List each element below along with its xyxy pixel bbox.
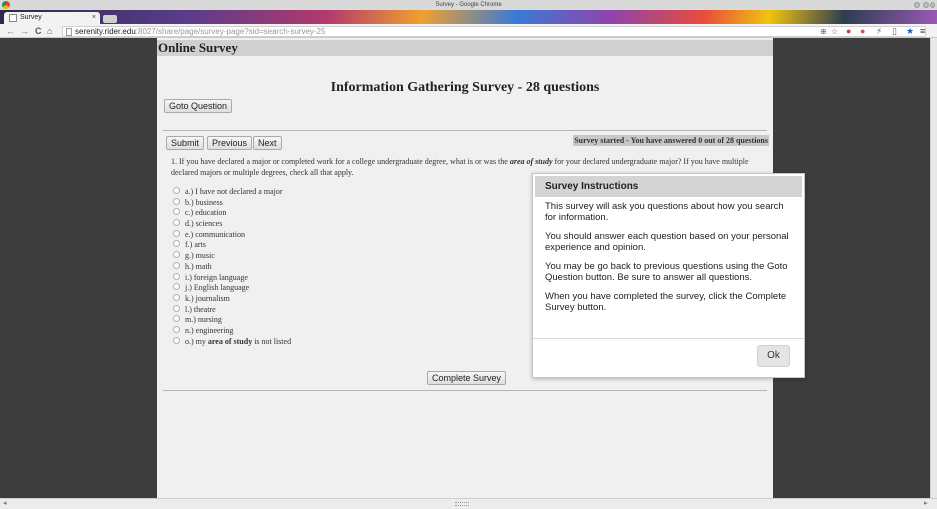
- radio-button[interactable]: [173, 229, 180, 237]
- url-path: :8027/share/page/survey-page?sid=search-…: [135, 27, 326, 36]
- bookmark-star-icon[interactable]: ☆: [831, 25, 838, 39]
- reload-icon[interactable]: C: [35, 24, 42, 38]
- answer-label: l.) theatre: [185, 304, 216, 314]
- extension-icon[interactable]: ●: [846, 24, 851, 38]
- back-icon[interactable]: ←: [6, 24, 15, 38]
- next-button[interactable]: Next: [253, 136, 282, 150]
- close-window-icon[interactable]: [930, 2, 935, 8]
- radio-button[interactable]: [173, 304, 180, 312]
- instruction-paragraph: When you have completed the survey, clic…: [545, 291, 787, 313]
- vertical-scrollbar[interactable]: [930, 38, 937, 498]
- tab-survey[interactable]: Survey ×: [4, 12, 100, 24]
- radio-button[interactable]: [173, 315, 180, 323]
- answer-label: m.) nursing: [185, 315, 222, 325]
- radio-button[interactable]: [173, 272, 180, 280]
- question-text-part: 1. If you have declared a major or compl…: [171, 157, 510, 166]
- answer-label-part: o.) my: [185, 336, 208, 346]
- radio-button[interactable]: [173, 261, 180, 269]
- scroll-right-icon[interactable]: ▸: [924, 499, 928, 509]
- answer-label: a.) I have not declared a major: [185, 187, 283, 196]
- previous-button[interactable]: Previous: [207, 136, 253, 150]
- radio-button[interactable]: [173, 283, 180, 291]
- radio-button[interactable]: [173, 197, 180, 205]
- page-header: Online Survey: [157, 40, 773, 56]
- radio-button[interactable]: [173, 336, 180, 344]
- submit-button[interactable]: Submit: [166, 136, 205, 150]
- browser-toolbar: ← → C ⌂ serenity.rider.edu:8027/share/pa…: [0, 24, 937, 38]
- instruction-paragraph: You may be go back to previous questions…: [545, 261, 788, 283]
- answer-label: i.) foreign language: [185, 272, 248, 282]
- radio-button[interactable]: [173, 208, 180, 216]
- answer-label: o.) my area of study is not listed: [185, 336, 291, 347]
- question-emphasis: area of study: [509, 157, 553, 166]
- radio-button[interactable]: [173, 187, 180, 194]
- answer-label-part: is not listed: [252, 336, 292, 346]
- bookmarks-star-icon[interactable]: ★: [906, 24, 914, 38]
- radio-button[interactable]: [173, 325, 180, 333]
- radio-button[interactable]: [173, 293, 180, 301]
- radio-button[interactable]: [173, 219, 180, 227]
- answer-label: j.) English language: [185, 283, 250, 293]
- survey-favicon-icon: [9, 14, 17, 22]
- instruction-paragraph: You should answer each question based on…: [545, 231, 789, 253]
- address-bar[interactable]: serenity.rider.edu:8027/share/page/surve…: [62, 26, 926, 37]
- tab-close-icon[interactable]: ×: [92, 12, 96, 24]
- url-host: serenity.rider.edu: [75, 27, 136, 36]
- dialog-title: Survey Instructions: [545, 181, 639, 192]
- scrollbar-grip[interactable]: [455, 502, 469, 506]
- zoom-icon[interactable]: ⊕: [820, 25, 827, 39]
- extension-icon[interactable]: ▯: [892, 24, 897, 38]
- answer-label: f.) arts: [185, 240, 206, 250]
- answer-label: d.) sciences: [185, 219, 223, 229]
- home-icon[interactable]: ⌂: [47, 24, 52, 38]
- window-titlebar: Survey - Google Chrome: [0, 0, 937, 10]
- answer-label: h.) math: [185, 261, 212, 271]
- radio-button[interactable]: [173, 251, 180, 259]
- instructions-dialog: Survey Instructions This survey will ask…: [532, 173, 805, 378]
- dialog-header: Survey Instructions: [535, 176, 802, 197]
- tab-strip: Survey ×: [0, 10, 937, 24]
- new-tab-button[interactable]: [103, 15, 117, 23]
- forward-icon[interactable]: →: [20, 24, 29, 38]
- answer-label: b.) business: [185, 197, 223, 207]
- minimize-icon[interactable]: [914, 2, 920, 8]
- instruction-paragraph: This survey will ask you questions about…: [545, 201, 784, 223]
- answer-label: k.) journalism: [185, 293, 230, 303]
- extension-icon[interactable]: ●: [860, 24, 865, 38]
- dialog-divider: [533, 338, 804, 339]
- url-text[interactable]: serenity.rider.edu:8027/share/page/surve…: [75, 27, 325, 37]
- answer-label: e.) communication: [185, 229, 245, 239]
- answer-label: c.) education: [185, 208, 227, 218]
- survey-title: Information Gathering Survey - 28 questi…: [330, 80, 600, 95]
- page-title: Online Survey: [158, 40, 238, 55]
- ok-button[interactable]: Ok: [757, 345, 790, 367]
- dialog-body: This survey will ask you questions about…: [545, 201, 795, 321]
- answer-label-emphasis: area of study: [207, 336, 253, 346]
- maximize-icon[interactable]: [923, 2, 929, 8]
- window-title: Survey - Google Chrome: [435, 2, 502, 8]
- radio-button[interactable]: [173, 240, 180, 248]
- horizontal-scrollbar[interactable]: ◂ ▸: [0, 498, 937, 509]
- chrome-menu-icon[interactable]: ≡: [920, 24, 925, 38]
- scroll-left-icon[interactable]: ◂: [3, 499, 7, 509]
- complete-survey-button[interactable]: Complete Survey: [427, 371, 507, 385]
- extension-icon[interactable]: ⚡: [876, 24, 882, 38]
- survey-status: Survey started - You have answered 0 out…: [573, 135, 769, 146]
- answer-label: n.) engineering: [185, 325, 234, 335]
- goto-question-button[interactable]: Goto Question: [164, 99, 233, 113]
- tab-label: Survey: [20, 14, 42, 21]
- answer-label: g.) music: [185, 251, 215, 261]
- divider: [163, 390, 767, 391]
- page-icon: [66, 28, 72, 36]
- divider: [163, 130, 767, 131]
